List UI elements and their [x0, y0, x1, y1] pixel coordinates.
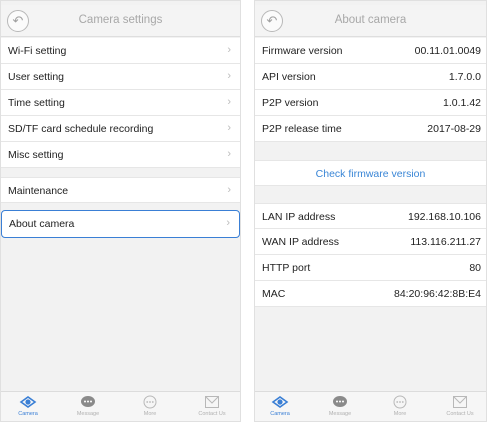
- tab-contact-us[interactable]: Contact Us: [435, 395, 485, 417]
- info-value: 84:20:96:42:8B:E4: [394, 288, 481, 300]
- menu-item-label: Misc setting: [8, 149, 64, 161]
- chevron-right-icon: ›: [227, 96, 231, 108]
- tab-contact-us[interactable]: Contact Us: [187, 395, 237, 417]
- page-title: About camera: [334, 14, 407, 26]
- about-group: About camera ›: [1, 210, 240, 238]
- tab-label: Message: [76, 411, 100, 417]
- version-info-group: Firmware version 00.11.01.0049 API versi…: [255, 38, 486, 142]
- menu-item-label: Time setting: [8, 97, 65, 109]
- tab-label: Message: [328, 411, 352, 417]
- chevron-right-icon: ›: [226, 217, 230, 229]
- info-value: 192.168.10.106: [408, 211, 481, 223]
- menu-item-maintenance[interactable]: Maintenance ›: [1, 177, 240, 203]
- menu-item-label: Maintenance: [8, 185, 69, 197]
- menu-item-misc-setting[interactable]: Misc setting ›: [1, 142, 240, 168]
- contact-icon: [453, 396, 467, 408]
- info-row-mac: MAC 84:20:96:42:8B:E4: [255, 281, 486, 307]
- info-label: MAC: [262, 288, 286, 300]
- message-icon: [81, 396, 95, 407]
- info-label: P2P release time: [262, 123, 342, 135]
- contact-icon: [205, 396, 219, 408]
- check-firmware-button[interactable]: Check firmware version: [255, 160, 486, 186]
- info-value: 1.7.0.0: [448, 71, 481, 83]
- info-value: 00.11.01.0049: [414, 45, 481, 57]
- tab-label: Camera: [18, 411, 38, 417]
- chevron-right-icon: ›: [227, 184, 231, 196]
- info-value: 2017-08-29: [427, 123, 481, 135]
- more-icon: [393, 395, 407, 409]
- info-row-firmware-version: Firmware version 00.11.01.0049: [255, 38, 486, 64]
- tab-label: More: [143, 411, 157, 417]
- header-bar: ↶ About camera: [255, 5, 486, 37]
- menu-item-label: SD/TF card schedule recording: [8, 123, 154, 135]
- maintenance-group: Maintenance ›: [1, 177, 240, 203]
- tab-label: Camera: [270, 411, 290, 417]
- tab-label: Contact Us: [446, 411, 474, 417]
- tab-message[interactable]: Message: [63, 395, 113, 417]
- info-label: LAN IP address: [262, 211, 336, 223]
- bottom-tab-bar: Camera Message More Contact Us: [1, 391, 240, 421]
- chevron-right-icon: ›: [227, 148, 231, 160]
- info-value: 80: [469, 262, 481, 274]
- network-info-group: LAN IP address 192.168.10.106 WAN IP add…: [255, 203, 486, 307]
- info-value: 1.0.1.42: [443, 97, 481, 109]
- tab-camera[interactable]: Camera: [3, 395, 53, 417]
- menu-item-wifi-setting[interactable]: Wi-Fi setting ›: [1, 38, 240, 64]
- tab-more[interactable]: More: [375, 395, 425, 417]
- menu-item-sd-card-recording[interactable]: SD/TF card schedule recording ›: [1, 116, 240, 142]
- info-row-lan-ip: LAN IP address 192.168.10.106: [255, 203, 486, 229]
- camera-icon: [19, 396, 37, 408]
- info-label: HTTP port: [262, 262, 311, 274]
- info-label: WAN IP address: [262, 236, 340, 248]
- camera-icon: [271, 396, 289, 408]
- info-row-p2p-version: P2P version 1.0.1.42: [255, 90, 486, 116]
- bottom-tab-bar: Camera Message More Contact Us: [255, 391, 486, 421]
- tab-message[interactable]: Message: [315, 395, 365, 417]
- info-value: 113.116.211.27: [410, 236, 481, 248]
- settings-menu-group: Wi-Fi setting › User setting › Time sett…: [1, 38, 240, 168]
- menu-item-label: Wi-Fi setting: [8, 45, 67, 57]
- message-icon: [333, 396, 347, 407]
- chevron-right-icon: ›: [227, 122, 231, 134]
- check-firmware-label: Check firmware version: [315, 168, 426, 180]
- menu-item-user-setting[interactable]: User setting ›: [1, 64, 240, 90]
- info-row-wan-ip: WAN IP address 113.116.211.27: [255, 229, 486, 255]
- chevron-right-icon: ›: [227, 70, 231, 82]
- header-bar: ↶ Camera settings: [1, 5, 240, 37]
- tab-label: Contact Us: [198, 411, 226, 417]
- info-label: P2P version: [262, 97, 319, 109]
- page-title: Camera settings: [78, 14, 163, 26]
- about-camera-screen: ↶ About camera Firmware version 00.11.01…: [254, 0, 487, 422]
- tab-camera[interactable]: Camera: [255, 395, 305, 417]
- menu-item-label: About camera: [9, 218, 75, 230]
- info-label: Firmware version: [262, 45, 343, 57]
- tab-more[interactable]: More: [125, 395, 175, 417]
- menu-item-label: User setting: [8, 71, 65, 83]
- chevron-right-icon: ›: [227, 44, 231, 56]
- tab-label: More: [393, 411, 407, 417]
- info-row-http-port: HTTP port 80: [255, 255, 486, 281]
- menu-item-time-setting[interactable]: Time setting ›: [1, 90, 240, 116]
- menu-item-about-camera[interactable]: About camera ›: [1, 210, 240, 238]
- camera-settings-screen: ↶ Camera settings Wi-Fi setting › User s…: [0, 0, 241, 422]
- info-row-api-version: API version 1.7.0.0: [255, 64, 486, 90]
- more-icon: [143, 395, 157, 409]
- info-row-p2p-release-time: P2P release time 2017-08-29: [255, 116, 486, 142]
- info-label: API version: [262, 71, 316, 83]
